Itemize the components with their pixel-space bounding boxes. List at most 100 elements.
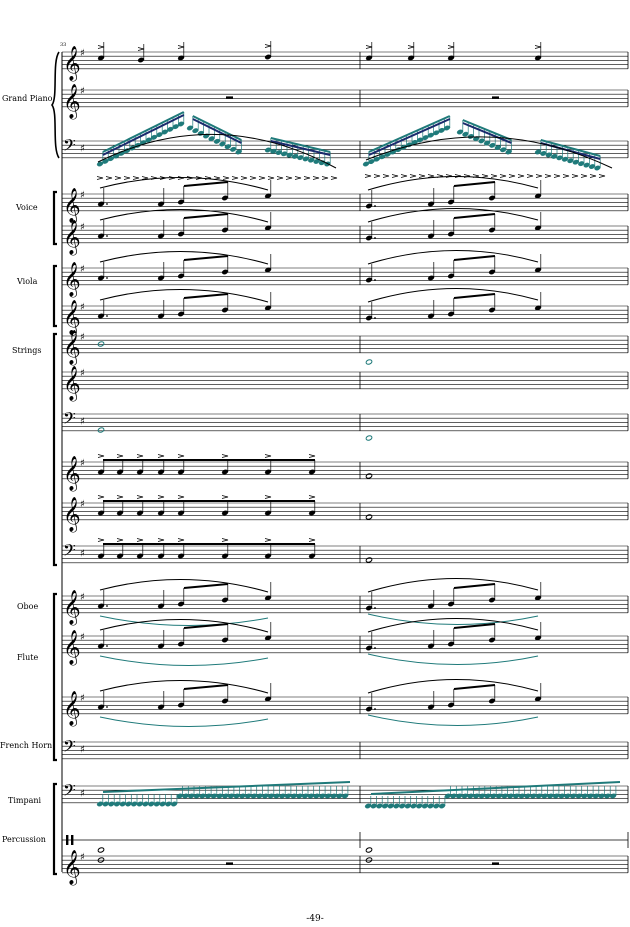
accent-mark (308, 454, 316, 458)
voice-bracket (52, 190, 57, 246)
sharp-icon: ♯ (80, 332, 85, 343)
accent-mark (132, 176, 140, 180)
percussion-clef-icon (66, 835, 69, 845)
accent-mark (365, 45, 373, 49)
sharp-icon: ♯ (80, 852, 85, 863)
beam (192, 115, 242, 141)
sharp-icon: ♯ (80, 744, 85, 755)
accent-mark (116, 454, 124, 458)
accent-mark (264, 454, 272, 458)
sharp-icon: ♯ (80, 499, 85, 510)
accent-mark (517, 174, 525, 178)
sharp-icon: ♯ (80, 788, 85, 799)
treble-clef-icon: 𝄞 (63, 262, 81, 298)
notehead (365, 847, 373, 853)
rest-icon (226, 96, 233, 99)
accent-mark (249, 176, 257, 180)
sharp-icon: ♯ (80, 143, 85, 154)
slur (367, 578, 539, 593)
treble-clef-icon: 𝄞 (63, 84, 81, 120)
accent-mark (321, 176, 329, 180)
augmentation-dot (374, 237, 376, 239)
accent-mark (221, 495, 229, 499)
slur (367, 250, 539, 265)
treble-clef-icon: 𝄞 (63, 497, 81, 533)
instrument-label-flute: Flute (17, 653, 38, 662)
accent-mark (177, 176, 185, 180)
accent-mark (221, 454, 229, 458)
accent-mark (177, 454, 185, 458)
beam (453, 293, 496, 299)
beam (183, 583, 229, 589)
accent-mark (544, 174, 552, 178)
accent-mark (409, 174, 417, 178)
instrument-label-voice: Voice (15, 203, 38, 212)
accent-mark (258, 176, 266, 180)
augmentation-dot (106, 605, 108, 607)
treble-clef-icon: 𝄞 (63, 46, 81, 82)
sharp-icon: ♯ (80, 693, 85, 704)
accent-mark (222, 176, 230, 180)
accent-mark (97, 538, 105, 542)
accent-mark (137, 47, 145, 51)
sharp-icon: ♯ (80, 264, 85, 275)
notehead (365, 514, 373, 520)
treble-clef-icon: 𝄞 (63, 330, 81, 366)
slur (367, 613, 539, 625)
augmentation-dot (106, 235, 108, 237)
notation-marks (96, 41, 621, 865)
accent-mark (508, 174, 516, 178)
sharp-icon: ♯ (80, 302, 85, 313)
slur (99, 716, 269, 727)
instrument-label-percussion: Percussion (2, 835, 46, 844)
brace-group (51, 51, 63, 876)
sharp-icon: ♯ (80, 190, 85, 201)
accent-mark (589, 174, 597, 178)
slur (367, 679, 539, 694)
accent-mark (407, 45, 415, 49)
beam (183, 181, 229, 187)
bass-clef-icon: 𝄢 (63, 736, 76, 760)
accent-mark (240, 176, 248, 180)
accent-mark (382, 174, 390, 178)
accent-mark (136, 538, 144, 542)
page-number: -49- (306, 914, 324, 924)
notehead (97, 427, 105, 433)
accent-mark (373, 174, 381, 178)
beam (453, 213, 496, 219)
rest-icon (226, 862, 233, 865)
treble-clef-icon: 𝄞 (63, 188, 81, 224)
accent-mark (499, 174, 507, 178)
instrument-label-viola: Viola (16, 277, 38, 286)
accent-mark (136, 454, 144, 458)
notehead (365, 473, 373, 479)
bass-clef-icon: 𝄢 (63, 408, 76, 432)
slur (99, 655, 269, 666)
accent-mark (391, 174, 399, 178)
percussion-bracket (52, 782, 57, 876)
accent-mark (123, 176, 131, 180)
accent-mark (177, 495, 185, 499)
sharp-icon: ♯ (80, 592, 85, 603)
accent-mark (598, 174, 606, 178)
accent-mark (571, 174, 579, 178)
treble-clef-icon: 𝄞 (63, 220, 81, 256)
accent-mark (580, 174, 588, 178)
accent-mark (136, 495, 144, 499)
beam (183, 213, 229, 219)
beam (183, 293, 229, 299)
sharp-icon: ♯ (80, 458, 85, 469)
notehead (97, 847, 105, 853)
augmentation-dot (106, 203, 108, 205)
viola-bracket (52, 264, 57, 328)
augmentation-dot (374, 279, 376, 281)
treble-clef-icon: 𝄞 (63, 850, 81, 886)
accent-mark (264, 44, 272, 48)
slur (367, 653, 539, 665)
bass-clef-icon: 𝄢 (63, 135, 76, 159)
accent-mark (116, 495, 124, 499)
sharp-icon: ♯ (80, 416, 85, 427)
treble-clef-icon: 𝄞 (63, 630, 81, 666)
notehead (97, 341, 105, 347)
treble-clef-icon: 𝄞 (63, 366, 81, 402)
